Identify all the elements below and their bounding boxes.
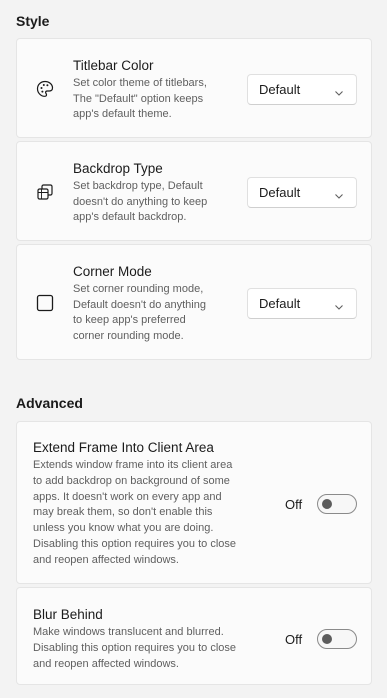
blur-behind-toggle[interactable] bbox=[317, 629, 357, 649]
backdrop-type-title: Backdrop Type bbox=[73, 161, 163, 176]
titlebar-color-title: Titlebar Color bbox=[73, 58, 154, 73]
chevron-down-icon bbox=[334, 85, 344, 96]
blur-behind-description: Make windows translucent and blurred. Di… bbox=[33, 626, 237, 670]
backdrop-type-dropdown[interactable]: Default bbox=[247, 177, 357, 208]
blur-behind-toggle-label: Off bbox=[285, 632, 303, 647]
extend-frame-card: Extend Frame Into Client Area Extends wi… bbox=[16, 421, 372, 584]
toggle-knob bbox=[322, 499, 332, 509]
palette-icon bbox=[35, 79, 55, 99]
style-section-title: Style bbox=[16, 13, 50, 29]
toggle-knob bbox=[322, 634, 332, 644]
corner-mode-title: Corner Mode bbox=[73, 264, 152, 279]
backdrop-type-description: Set backdrop type, Default doesn't do an… bbox=[73, 180, 208, 223]
chevron-down-icon bbox=[334, 188, 344, 199]
advanced-section-title: Advanced bbox=[16, 395, 83, 411]
extend-frame-toggle[interactable] bbox=[317, 494, 357, 514]
titlebar-color-dropdown-value: Default bbox=[259, 82, 301, 97]
square-icon bbox=[35, 293, 55, 313]
corner-mode-card: Corner Mode Set corner rounding mode, De… bbox=[16, 244, 372, 360]
titlebar-color-description: Set color theme of titlebars, The "Defau… bbox=[73, 77, 207, 120]
corner-mode-dropdown[interactable]: Default bbox=[247, 288, 357, 319]
extend-frame-title: Extend Frame Into Client Area bbox=[33, 440, 214, 455]
extend-frame-description: Extends window frame into its client are… bbox=[33, 459, 237, 566]
titlebar-color-card: Titlebar Color Set color theme of titleb… bbox=[16, 38, 372, 138]
backdrop-type-card: Backdrop Type Set backdrop type, Default… bbox=[16, 141, 372, 241]
backdrop-type-dropdown-value: Default bbox=[259, 185, 301, 200]
corner-mode-description: Set corner rounding mode, Default doesn'… bbox=[73, 283, 206, 342]
blur-behind-title: Blur Behind bbox=[33, 607, 103, 622]
chevron-down-icon bbox=[334, 299, 344, 310]
blur-behind-card: Blur Behind Make windows translucent and… bbox=[16, 587, 372, 685]
corner-mode-dropdown-value: Default bbox=[259, 296, 301, 311]
titlebar-color-dropdown[interactable]: Default bbox=[247, 74, 357, 105]
settings-page: Style Titlebar Color Set color theme of … bbox=[0, 0, 387, 698]
extend-frame-toggle-label: Off bbox=[285, 497, 303, 512]
backdrop-icon bbox=[35, 182, 55, 202]
